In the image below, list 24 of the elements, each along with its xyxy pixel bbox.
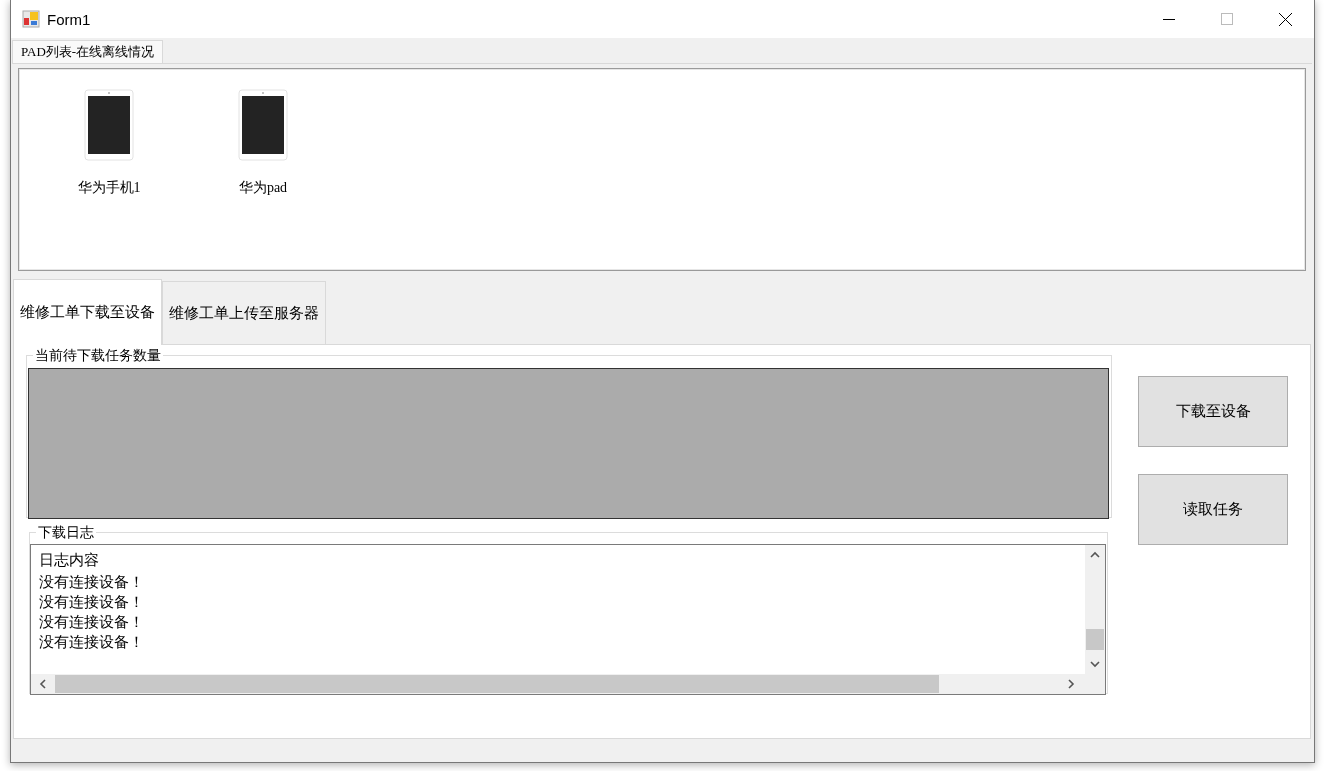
window-title: Form1 [47, 10, 91, 28]
log-line: 日志内容 [39, 550, 100, 570]
log-text-area[interactable]: 日志内容 没有连接设备！ 没有连接设备！ 没有连接设备！ 没有连接设备！ [30, 544, 1106, 695]
tab[interactable]: 维修工单上传至服务器 [162, 281, 326, 344]
device-label[interactable]: 华为手机1 [77, 179, 141, 197]
vertical-scrollbar[interactable] [1085, 545, 1105, 674]
app-icon [22, 10, 40, 28]
action-button[interactable]: 读取任务 [1138, 474, 1288, 545]
group-title: 当前待下载任务数量 [33, 346, 163, 364]
tab[interactable]: 维修工单下载至设备 [13, 279, 162, 345]
group-title: 下载日志 [36, 523, 96, 541]
scroll-thumb[interactable] [1086, 629, 1104, 650]
log-line: 没有连接设备！ [39, 632, 145, 652]
log-line: 没有连接设备！ [39, 572, 145, 592]
action-button[interactable]: 下载至设备 [1138, 376, 1288, 447]
close-icon[interactable] [1278, 12, 1292, 26]
scroll-thumb[interactable] [55, 675, 939, 693]
tablet-icon[interactable] [238, 89, 288, 161]
tablet-icon[interactable] [84, 89, 134, 161]
log-line: 没有连接设备！ [39, 592, 145, 612]
device-label[interactable]: 华为pad [238, 179, 288, 197]
horizontal-scrollbar[interactable] [31, 674, 1105, 694]
log-line: 没有连接设备！ [39, 612, 145, 632]
tab[interactable]: PAD列表-在线离线情况 [12, 40, 164, 63]
